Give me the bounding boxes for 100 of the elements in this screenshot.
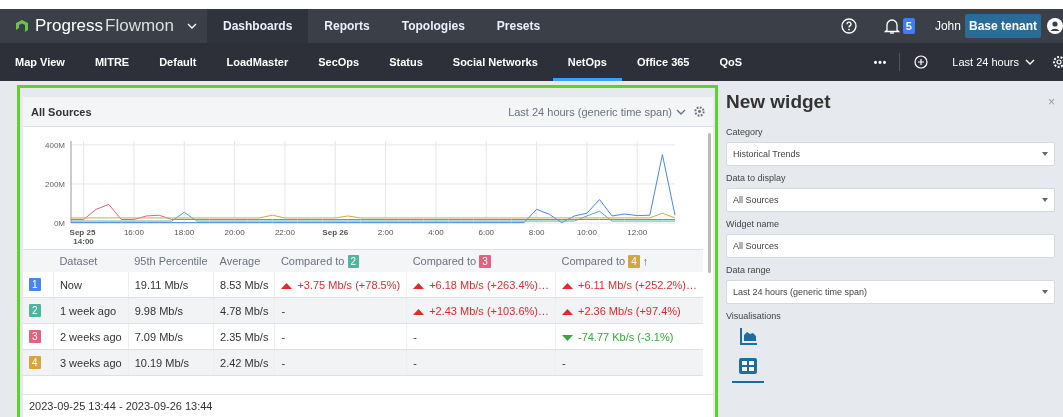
table-cell: 2.42 Mb/s bbox=[213, 349, 275, 376]
table-icon bbox=[738, 357, 758, 375]
table-cell: - bbox=[555, 349, 703, 376]
table-cell: 8.53 Mb/s bbox=[213, 272, 275, 298]
dataset-badge: 1 bbox=[29, 278, 41, 291]
notification-badge: 5 bbox=[902, 18, 915, 34]
axis-label: 10:00 bbox=[576, 228, 597, 237]
field-label: Visualisations bbox=[726, 311, 782, 321]
field-label: Data to display bbox=[726, 173, 787, 183]
dashboard-tab[interactable]: LoadMaster bbox=[211, 43, 304, 81]
brand-name: Progress bbox=[35, 16, 104, 36]
dashboard-tab[interactable]: Default bbox=[144, 43, 212, 81]
column-header[interactable]: 95th Percentile bbox=[128, 249, 214, 272]
table-cell: +2.36 Mb/s (+97.4%) bbox=[555, 297, 703, 324]
axis-label: 400M bbox=[45, 140, 65, 150]
axis-label: 20:00 bbox=[224, 228, 245, 237]
chevron-down-icon bbox=[676, 108, 686, 115]
up-arrow-icon bbox=[413, 282, 425, 289]
dataset-badge: 2 bbox=[29, 304, 41, 317]
table-cell: Now bbox=[53, 272, 129, 298]
input-field[interactable]: All Sources bbox=[726, 234, 1055, 258]
table-cell: +2.43 Mb/s (+103.6%)… bbox=[406, 297, 556, 324]
dashboard-tab[interactable]: Social Networks bbox=[437, 43, 553, 81]
column-header[interactable]: Average bbox=[213, 249, 275, 272]
dataset-badge: 3 bbox=[29, 330, 41, 343]
axis-label: 16:00 bbox=[123, 228, 144, 237]
tenant-button[interactable]: Base tenant bbox=[964, 14, 1041, 38]
dataset-badge: 4 bbox=[29, 356, 41, 369]
table-cell: 9.98 Mb/s bbox=[128, 297, 214, 324]
table-cell: 4.78 Mb/s bbox=[213, 297, 275, 324]
down-arrow-icon bbox=[561, 334, 573, 341]
table-cell: 2 weeks ago bbox=[53, 323, 129, 350]
product-name: Flowmon bbox=[105, 16, 174, 36]
table-cell: - bbox=[406, 323, 556, 350]
logo-icon bbox=[14, 18, 30, 34]
dashboard-tab[interactable]: Office 365 bbox=[621, 43, 705, 81]
axis-label: 200M bbox=[45, 179, 65, 189]
nav-menu-item[interactable]: Topologies bbox=[385, 9, 481, 43]
axis-label: 4:00 bbox=[428, 228, 444, 237]
axis-label: 18:00 bbox=[174, 228, 195, 237]
table-cell: 19.11 Mb/s bbox=[128, 272, 214, 298]
select-field[interactable]: Last 24 hours (generic time span) bbox=[726, 280, 1055, 304]
axis-label: 2:00 bbox=[377, 228, 394, 237]
product-menu-icon bbox=[187, 23, 197, 29]
scrollbar[interactable] bbox=[708, 133, 711, 273]
dropdown-arrow-icon bbox=[1042, 198, 1048, 202]
dashboard-tab[interactable]: SecOps bbox=[303, 43, 375, 81]
axis-label: 6:00 bbox=[478, 228, 495, 237]
table-cell: 2.35 Mb/s bbox=[213, 323, 275, 350]
field-label: Widget name bbox=[726, 219, 781, 229]
nav-menu-item[interactable]: Dashboards bbox=[207, 9, 309, 43]
nav-menu-item[interactable]: Presets bbox=[480, 9, 557, 43]
table-cell: +6.11 Mb/s (+252.2%)… bbox=[555, 272, 703, 298]
axis-label: 12:00 bbox=[627, 228, 648, 237]
up-arrow-icon bbox=[561, 308, 573, 315]
time-range-dropdown[interactable]: Last 24 hours bbox=[942, 43, 1045, 81]
user-icon[interactable] bbox=[1047, 18, 1063, 34]
nav-menu-item[interactable]: Reports bbox=[308, 9, 386, 43]
table-cell: 10.19 Mb/s bbox=[128, 349, 214, 376]
area-chart-icon bbox=[738, 327, 758, 347]
up-arrow-icon bbox=[413, 308, 425, 315]
date-range-text: 2023-09-25 13:44 - 2023-09-26 13:44 bbox=[29, 400, 213, 412]
dropdown-arrow-icon bbox=[1042, 152, 1048, 156]
dashboard-tab[interactable]: QoS bbox=[704, 43, 758, 81]
chevron-down-icon bbox=[1025, 59, 1035, 65]
settings-icon[interactable] bbox=[1051, 54, 1063, 70]
axis-label: Sep 26 bbox=[322, 228, 349, 237]
column-header[interactable]: Compared to 2 bbox=[274, 249, 407, 272]
dashboard-tab[interactable]: Status bbox=[374, 43, 438, 81]
field-label: Data range bbox=[726, 265, 772, 275]
table-cell: +6.18 Mb/s (+263.4%)… bbox=[406, 272, 556, 298]
bell-icon[interactable] bbox=[883, 17, 900, 35]
user-name: John bbox=[934, 19, 961, 33]
axis-label: 0M bbox=[53, 219, 65, 228]
table-cell: 1 week ago bbox=[53, 297, 129, 324]
select-field[interactable]: All Sources bbox=[726, 188, 1055, 212]
axis-label: Sep 25 14:00 bbox=[69, 228, 96, 246]
time-span-dropdown[interactable]: Last 24 hours (generic time span) bbox=[508, 105, 686, 118]
visualisation-option[interactable] bbox=[732, 357, 764, 383]
dropdown-arrow-icon bbox=[1042, 290, 1048, 294]
add-icon[interactable] bbox=[914, 55, 929, 69]
axis-label: 8:00 bbox=[528, 228, 545, 237]
dashboard-tab[interactable]: MITRE bbox=[79, 43, 145, 81]
axis-label: 22:00 bbox=[274, 228, 295, 237]
field-label: Category bbox=[726, 127, 764, 137]
panel-title: New widget bbox=[726, 91, 831, 113]
select-field[interactable]: Historical Trends bbox=[726, 142, 1055, 166]
table-cell: - bbox=[274, 323, 407, 350]
table-cell: - bbox=[274, 349, 407, 376]
help-icon[interactable] bbox=[840, 18, 857, 34]
table-cell: 3 weeks ago bbox=[53, 349, 129, 376]
table-cell: - bbox=[274, 297, 407, 324]
column-header[interactable]: Dataset bbox=[53, 249, 129, 272]
dashboard-tab[interactable]: Map View bbox=[0, 43, 80, 81]
table-cell: 7.09 Mb/s bbox=[128, 323, 214, 350]
more-button[interactable]: ••• bbox=[861, 43, 900, 81]
table-cell: +3.75 Mb/s (+78.5%) bbox=[274, 272, 407, 298]
column-header[interactable]: Compared to 4 ↑ bbox=[555, 249, 703, 272]
widget-title: All Sources bbox=[31, 105, 93, 118]
column-header[interactable]: Compared to 3 bbox=[406, 249, 556, 272]
